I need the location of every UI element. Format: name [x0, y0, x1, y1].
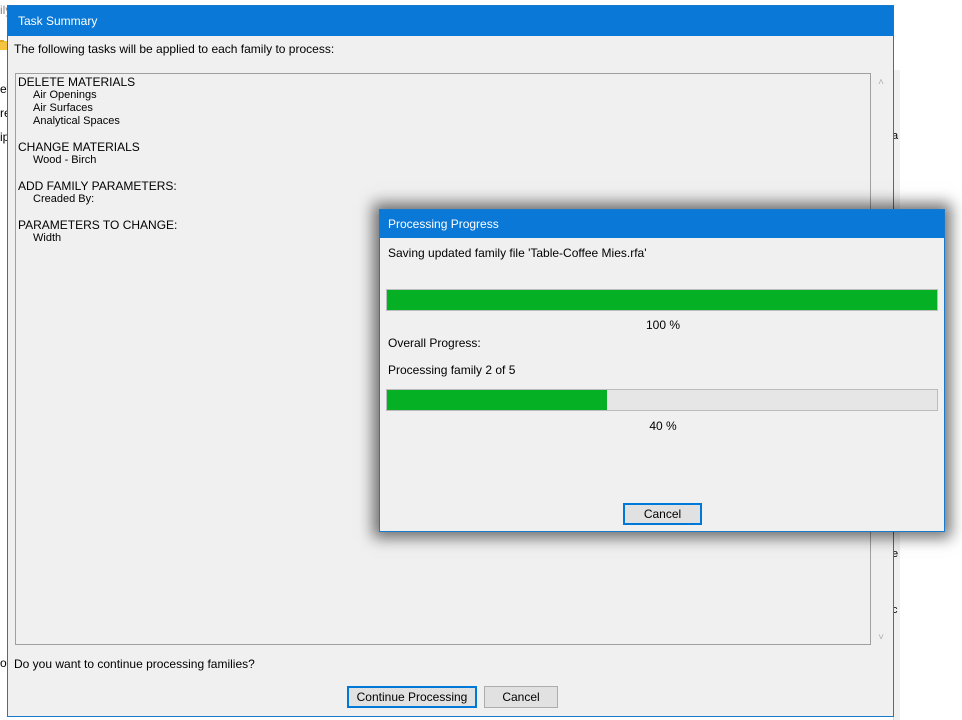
overall-progress-percent: 40 %	[649, 419, 677, 433]
task-group-title: DELETE MATERIALS	[18, 75, 136, 89]
continue-processing-button[interactable]: Continue Processing	[347, 686, 477, 708]
task-summary-intro: The following tasks will be applied to e…	[14, 42, 335, 56]
overall-progress-status: Processing family 2 of 5	[388, 363, 516, 377]
folder-icon	[0, 40, 7, 50]
task-group: CHANGE MATERIALS Wood - Birch	[18, 141, 868, 167]
task-group: DELETE MATERIALS Air Openings Air Surfac…	[18, 76, 868, 128]
chevron-down-icon[interactable]: ˅	[874, 631, 888, 645]
continue-question: Do you want to continue processing famil…	[14, 657, 255, 671]
task-group-title: CHANGE MATERIALS	[18, 140, 140, 154]
chevron-up-icon[interactable]: ˄	[874, 76, 888, 90]
overall-progress-label: Overall Progress:	[388, 336, 481, 350]
file-progress-fill	[387, 290, 937, 310]
progress-dialog-title: Processing Progress	[380, 210, 944, 238]
overall-progress-bar	[386, 389, 938, 411]
file-progress-bar	[386, 289, 938, 311]
progress-status-text: Saving updated family file 'Table-Coffee…	[388, 246, 647, 260]
processing-progress-dialog: Processing Progress Saving updated famil…	[379, 209, 945, 532]
overall-progress-fill	[387, 390, 607, 410]
task-item: Air Surfaces	[33, 102, 93, 114]
cancel-button[interactable]: Cancel	[484, 686, 558, 708]
file-progress-percent: 100 %	[645, 318, 681, 332]
task-item: Analytical Spaces	[33, 115, 120, 127]
task-item: Air Openings	[33, 89, 97, 101]
task-summary-title: Task Summary	[8, 6, 893, 36]
task-item: Creaded By:	[33, 193, 95, 205]
task-group-title: ADD FAMILY PARAMETERS:	[18, 179, 177, 193]
task-group: ADD FAMILY PARAMETERS: Creaded By:	[18, 180, 868, 206]
cancel-progress-button[interactable]: Cancel	[623, 503, 702, 525]
task-item: Wood - Birch	[33, 154, 97, 166]
